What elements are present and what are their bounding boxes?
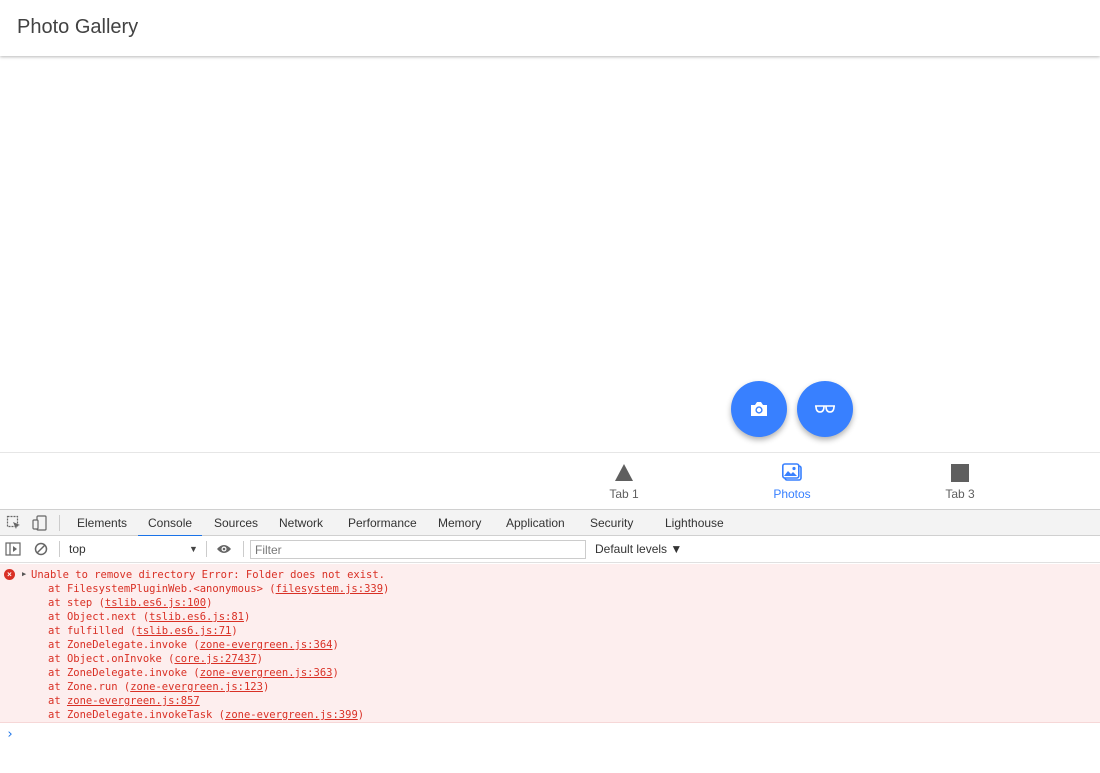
tab-3[interactable]: Tab 3 <box>910 453 1010 510</box>
tab-1[interactable]: Tab 1 <box>574 453 674 510</box>
source-link[interactable]: tslib.es6.js:81 <box>149 611 244 623</box>
take-photo-button[interactable] <box>731 381 787 437</box>
devtools-tab-lighthouse[interactable]: Lighthouse <box>665 510 724 535</box>
square-icon <box>951 464 969 482</box>
stack-frame: at Object.onInvoke (core.js:27437) <box>48 653 263 665</box>
expand-triangle-icon[interactable]: ▶ <box>22 570 26 578</box>
devtools-tab-sources[interactable]: Sources <box>214 510 258 535</box>
console-toolbar: top ▼ Default levels ▼ <box>0 536 1100 563</box>
stack-frame: at FilesystemPluginWeb.<anonymous> (file… <box>48 583 390 595</box>
app-header: Photo Gallery <box>0 0 1100 56</box>
tab-3-label: Tab 3 <box>945 487 975 501</box>
console-filter-input[interactable] <box>250 540 586 559</box>
source-link[interactable]: zone-evergreen.js:364 <box>200 639 333 651</box>
devtools-tab-performance[interactable]: Performance <box>348 510 417 535</box>
source-link[interactable]: core.js:27437 <box>174 653 256 665</box>
page-title: Photo Gallery <box>17 16 139 38</box>
source-link[interactable]: zone-evergreen.js:123 <box>130 681 263 693</box>
stack-frame: at Object.next (tslib.es6.js:81) <box>48 611 251 623</box>
tab-photos[interactable]: Photos <box>742 453 842 510</box>
device-toolbar-icon[interactable] <box>32 515 48 531</box>
stack-frame: at step (tslib.es6.js:100) <box>48 597 213 609</box>
tab-1-label: Tab 1 <box>609 487 639 501</box>
stack-frame: at ZoneDelegate.invoke (zone-evergreen.j… <box>48 639 339 651</box>
glasses-icon <box>815 405 835 413</box>
toolbar-divider <box>59 541 60 557</box>
inspect-element-icon[interactable] <box>6 515 22 531</box>
devtools-tab-elements[interactable]: Elements <box>77 510 127 535</box>
chevron-down-icon: ▼ <box>189 544 198 554</box>
devtools-tab-security[interactable]: Security <box>590 510 633 535</box>
context-selector[interactable]: top <box>69 536 199 562</box>
sidebar-toggle-icon[interactable] <box>5 541 21 557</box>
toolbar-divider <box>243 541 244 557</box>
gallery-content <box>0 57 1100 452</box>
source-link[interactable]: filesystem.js:339 <box>276 583 383 595</box>
toolbar-divider <box>206 541 207 557</box>
stack-frame: at ZoneDelegate.invokeTask (zone-evergre… <box>48 709 365 721</box>
source-link[interactable]: tslib.es6.js:71 <box>137 625 232 637</box>
tab-photos-label: Photos <box>773 487 811 501</box>
stack-frame: at Zone.run (zone-evergreen.js:123) <box>48 681 270 693</box>
stack-frame: at ZoneDelegate.invoke (zone-evergreen.j… <box>48 667 339 679</box>
triangle-icon <box>615 464 633 481</box>
camera-icon <box>751 402 767 416</box>
stack-frame: at fulfilled (tslib.es6.js:71) <box>48 625 238 637</box>
error-icon: × <box>4 569 15 580</box>
source-link[interactable]: tslib.es6.js:100 <box>105 597 206 609</box>
devtools-tab-application[interactable]: Application <box>506 510 565 535</box>
source-link[interactable]: zone-evergreen.js:399 <box>225 709 358 721</box>
stack-trace: at FilesystemPluginWeb.<anonymous> (file… <box>48 582 389 722</box>
console-error-message: × ▶ Unable to remove directory Error: Fo… <box>0 564 1100 723</box>
source-link[interactable]: zone-evergreen.js:857 <box>67 695 200 707</box>
clear-console-icon[interactable] <box>33 541 49 557</box>
error-text: Unable to remove directory Error: Folder… <box>31 569 386 581</box>
source-link[interactable]: zone-evergreen.js:363 <box>200 667 333 679</box>
images-icon <box>782 463 802 481</box>
log-levels-dropdown[interactable]: Default levels ▼ <box>595 536 682 563</box>
eye-icon[interactable] <box>216 541 232 557</box>
tab-bar: Tab 1 Photos Tab 3 <box>0 452 1100 510</box>
devtools-tab-strip: Elements Console Sources Network Perform… <box>0 509 1100 537</box>
stack-frame: at zone-evergreen.js:857 <box>48 695 200 707</box>
toolbar-divider <box>59 515 60 531</box>
console-prompt[interactable]: › <box>6 727 14 742</box>
glasses-button[interactable] <box>797 381 853 437</box>
devtools-tab-memory[interactable]: Memory <box>438 510 481 535</box>
devtools-tab-console[interactable]: Console <box>138 510 203 537</box>
devtools-tab-network[interactable]: Network <box>279 510 323 535</box>
